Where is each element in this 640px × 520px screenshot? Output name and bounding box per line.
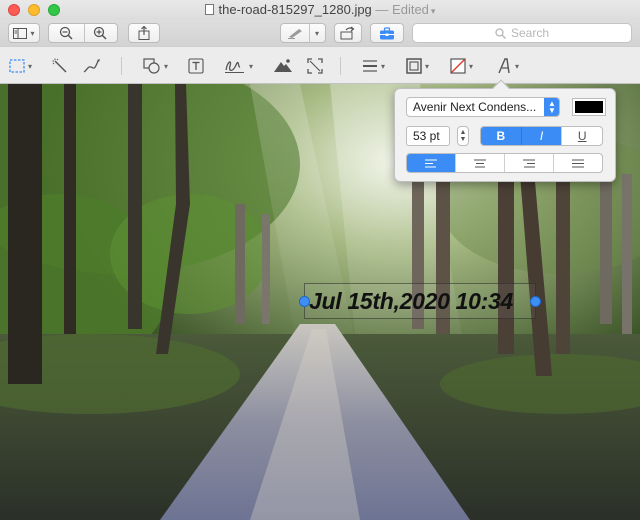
chevron-down-icon: ▾ bbox=[30, 28, 35, 38]
adjust-color-tool[interactable] bbox=[273, 56, 293, 76]
justify-icon bbox=[572, 159, 584, 167]
justify-button[interactable] bbox=[553, 154, 602, 172]
align-center-icon bbox=[474, 159, 486, 167]
chevron-down-icon[interactable]: ▾ bbox=[431, 6, 436, 16]
lines-icon bbox=[363, 60, 377, 72]
edited-label: Edited bbox=[392, 2, 429, 17]
text-box-icon bbox=[188, 58, 204, 74]
zoom-in-icon bbox=[93, 26, 107, 40]
underline-button[interactable]: U bbox=[561, 127, 602, 145]
adjust-size-tool[interactable] bbox=[307, 56, 323, 76]
search-field[interactable]: Search bbox=[412, 23, 632, 43]
search-placeholder: Search bbox=[510, 26, 550, 40]
pen-icon bbox=[287, 29, 302, 39]
sign-tool[interactable]: ▾ bbox=[224, 56, 253, 76]
align-right-icon bbox=[523, 159, 535, 167]
text-style-icon bbox=[498, 58, 510, 74]
adjust-color-icon bbox=[274, 59, 292, 72]
share-button[interactable] bbox=[128, 23, 160, 43]
main-toolbar: ▾ ▾ Search bbox=[0, 20, 640, 46]
alignment-segmented-control bbox=[406, 153, 603, 173]
chevron-down-icon: ▾ bbox=[249, 61, 254, 71]
sketch-icon bbox=[83, 59, 100, 73]
font-style-segmented-control: B I U bbox=[480, 126, 603, 146]
toolbox-icon bbox=[380, 26, 394, 39]
dashed-rect-icon bbox=[9, 59, 25, 73]
chevron-down-icon: ▾ bbox=[164, 61, 169, 71]
font-family-value: Avenir Next Condens... bbox=[413, 100, 537, 114]
select-arrows-icon: ▲ ▼ bbox=[544, 98, 559, 116]
text-style-tool[interactable]: ▾ bbox=[496, 56, 519, 76]
instant-alpha-tool[interactable] bbox=[52, 56, 68, 76]
border-color-tool[interactable]: ▾ bbox=[406, 56, 429, 76]
border-color-icon bbox=[406, 58, 422, 74]
font-family-select[interactable]: Avenir Next Condens... ▲ ▼ bbox=[406, 97, 560, 117]
align-left-button[interactable] bbox=[407, 154, 455, 172]
sidebar-view-button[interactable]: ▾ bbox=[8, 23, 40, 43]
window-title[interactable]: the-road-815297_1280.jpg — Edited ▾ bbox=[0, 2, 640, 19]
fill-color-icon bbox=[450, 58, 466, 74]
zoom-in-button[interactable] bbox=[83, 26, 117, 40]
fill-color-tool[interactable]: ▾ bbox=[450, 56, 473, 76]
text-tool[interactable] bbox=[188, 56, 204, 76]
search-icon bbox=[495, 27, 506, 39]
italic-button[interactable]: I bbox=[520, 127, 562, 145]
chevron-down-icon: ▾ bbox=[515, 61, 520, 71]
chevron-down-icon: ▾ bbox=[469, 61, 474, 71]
resize-icon bbox=[307, 58, 323, 74]
title-bar: the-road-815297_1280.jpg — Edited ▾ bbox=[0, 0, 640, 20]
font-size-stepper[interactable]: ▲ ▼ bbox=[457, 126, 469, 146]
title-separator: — bbox=[375, 2, 389, 17]
shapes-icon bbox=[143, 58, 160, 74]
align-left-icon bbox=[425, 159, 437, 167]
markup-toolbox-button[interactable] bbox=[370, 23, 404, 43]
toolbar-separator bbox=[121, 57, 122, 75]
annotation-text[interactable]: Jul 15th,2020 10:34 bbox=[309, 288, 513, 315]
markup-toolbar: ▾ ▾ ▾ ▾ ▾ ▾ ▾ bbox=[0, 46, 640, 84]
align-right-button[interactable] bbox=[504, 154, 553, 172]
font-size-field[interactable]: 53 pt bbox=[406, 126, 450, 146]
text-style-popover: Avenir Next Condens... ▲ ▼ 53 pt ▲ ▼ B I U bbox=[394, 79, 616, 182]
document-icon bbox=[204, 4, 214, 15]
bold-button[interactable]: B bbox=[481, 127, 521, 145]
zoom-out-button[interactable] bbox=[49, 26, 83, 40]
segment-divider bbox=[309, 24, 310, 42]
sidebar-icon bbox=[13, 27, 28, 39]
chevron-down-icon: ▾ bbox=[425, 61, 430, 71]
magic-wand-icon bbox=[52, 58, 67, 73]
chevron-down-icon: ▾ bbox=[314, 28, 319, 38]
toolbar-separator bbox=[340, 57, 341, 75]
shapes-tool[interactable]: ▾ bbox=[143, 56, 168, 76]
shape-style-tool[interactable]: ▾ bbox=[362, 56, 385, 76]
zoom-control bbox=[48, 23, 118, 43]
segment-divider bbox=[84, 24, 85, 42]
sketch-tool[interactable] bbox=[82, 56, 102, 76]
resize-handle-left[interactable] bbox=[299, 296, 310, 307]
pen-button[interactable]: ▾ bbox=[280, 23, 326, 43]
text-annotation[interactable]: Jul 15th,2020 10:34 bbox=[299, 283, 541, 319]
text-color-well[interactable] bbox=[572, 98, 606, 116]
chevron-down-icon: ▾ bbox=[28, 61, 33, 71]
rotate-button[interactable] bbox=[334, 23, 362, 43]
resize-handle-right[interactable] bbox=[530, 296, 541, 307]
rectangular-selection-tool[interactable]: ▾ bbox=[9, 56, 32, 76]
window-title-text: the-road-815297_1280.jpg bbox=[218, 2, 372, 17]
align-center-button[interactable] bbox=[455, 154, 504, 172]
share-icon bbox=[138, 26, 150, 40]
zoom-out-icon bbox=[59, 26, 73, 40]
font-size-value: 53 pt bbox=[413, 129, 440, 143]
rotate-icon bbox=[340, 26, 355, 40]
chevron-down-icon: ▾ bbox=[381, 61, 386, 71]
signature-icon bbox=[225, 61, 244, 73]
